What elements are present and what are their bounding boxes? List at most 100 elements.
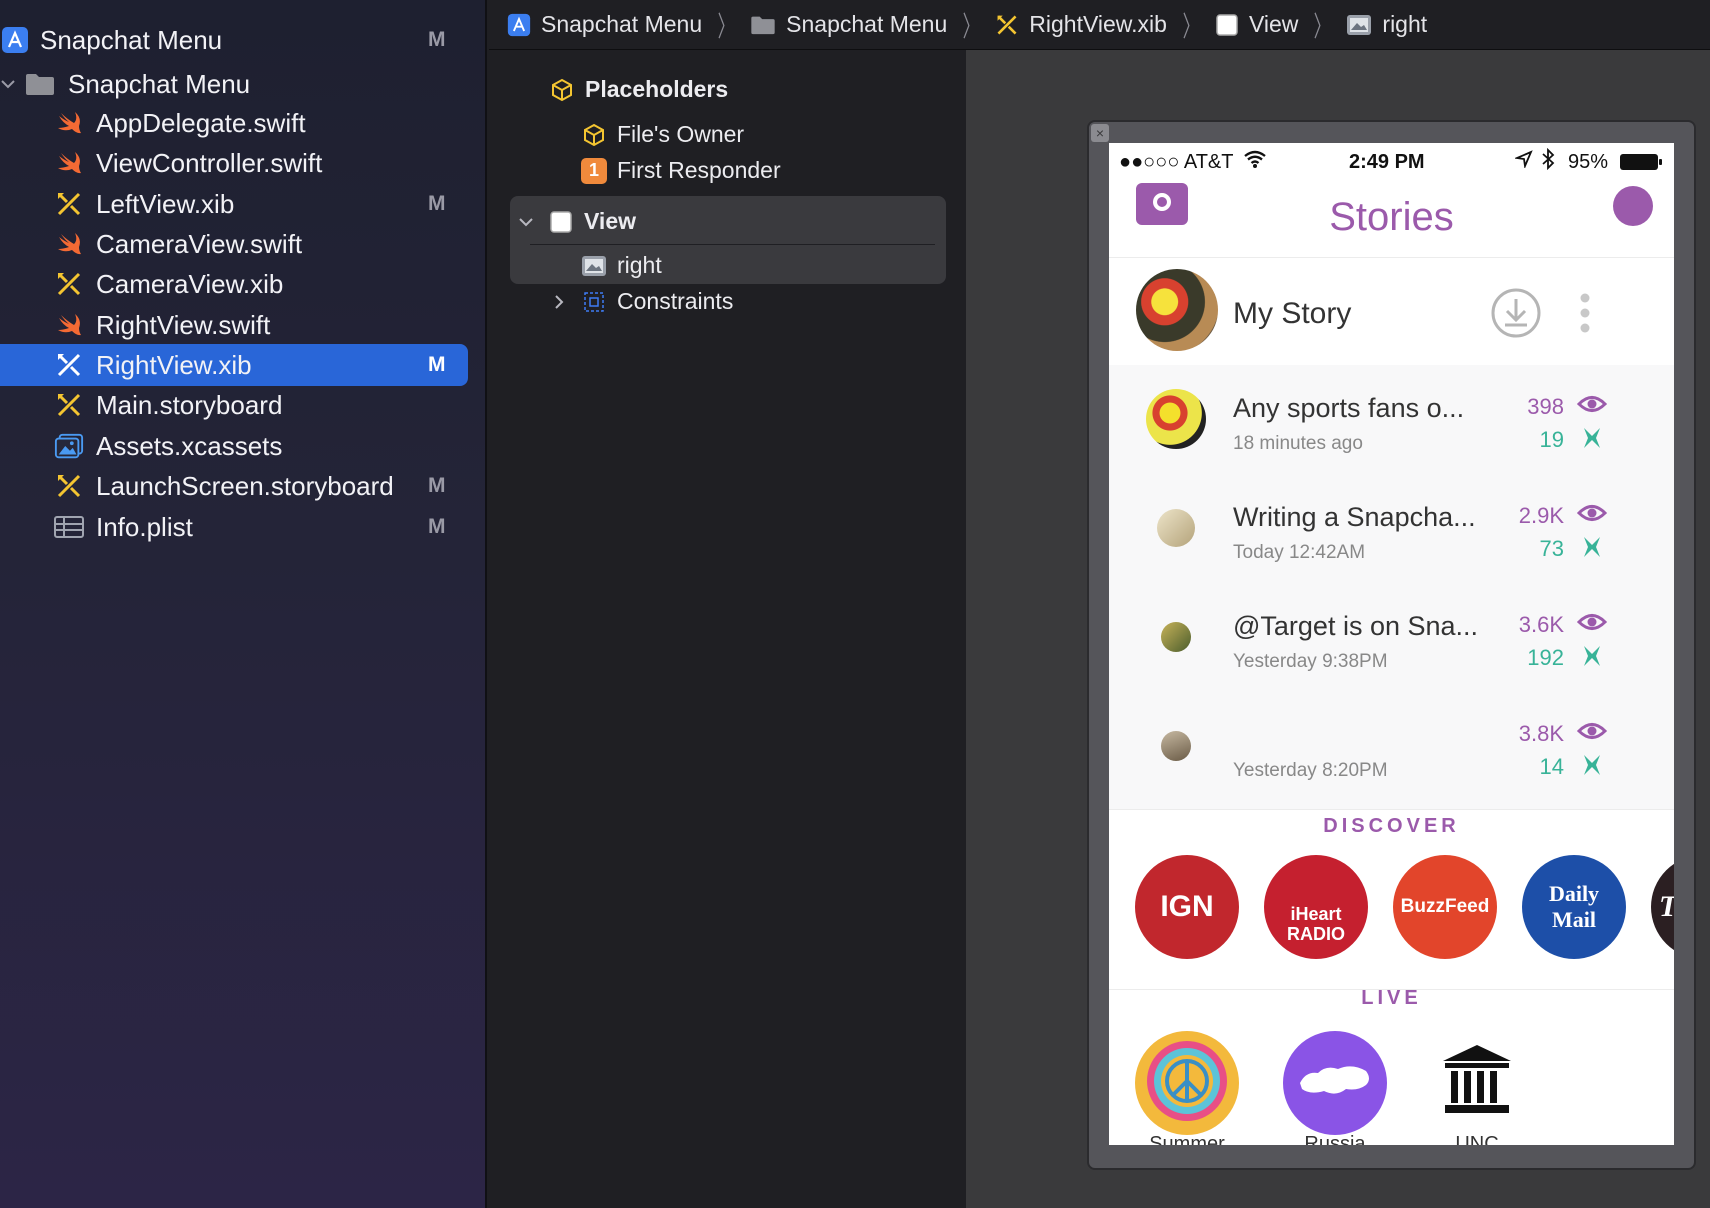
assets-icon xyxy=(54,431,84,461)
chevron-right-icon: 〉 xyxy=(1313,10,1331,42)
bluetooth-icon xyxy=(1541,147,1555,176)
crumb-project[interactable]: Snapchat Menu xyxy=(507,11,702,38)
unc-building-icon[interactable] xyxy=(1439,1043,1515,1120)
discover-ign[interactable]: IGN xyxy=(1135,855,1239,959)
chevron-right-icon[interactable] xyxy=(551,289,567,315)
discover-daily-mail[interactable]: Daily Mail xyxy=(1522,855,1626,959)
discover-iheart-label: iHeart RADIO xyxy=(1287,904,1345,944)
nav-group-row[interactable]: Snapchat Menu xyxy=(0,63,468,105)
nav-file-label: AppDelegate.swift xyxy=(96,107,306,138)
outline-placeholders[interactable]: Placeholders xyxy=(549,76,728,103)
nav-file-label: CameraView.swift xyxy=(96,228,303,259)
nav-file-label: CameraView.xib xyxy=(96,268,284,299)
outline-view-label: View xyxy=(584,208,636,234)
story-thumbnail[interactable] xyxy=(1157,509,1195,547)
story-screenshots: 73 xyxy=(1539,536,1564,561)
constraints-icon xyxy=(581,289,607,315)
nav-file-row[interactable]: AppDelegate.swift xyxy=(0,102,468,144)
close-icon[interactable]: × xyxy=(1091,124,1109,142)
story-screenshots: 14 xyxy=(1539,754,1564,779)
chevron-right-icon: 〉 xyxy=(717,10,735,42)
outline-right-image[interactable]: right xyxy=(581,252,662,279)
nav-file-row[interactable]: Info.plist M xyxy=(0,506,468,548)
discover-buzzfeed-label: BuzzFeed xyxy=(1400,896,1490,917)
nav-file-label: ViewController.swift xyxy=(96,147,323,178)
download-icon[interactable] xyxy=(1490,287,1542,344)
story-views: 2.9K xyxy=(1518,503,1564,528)
nav-file-row[interactable]: RightView.xib M xyxy=(0,344,468,386)
outline-first-responder[interactable]: 1 First Responder xyxy=(581,157,781,184)
live-summer-label: Summer xyxy=(1149,1133,1225,1145)
location-icon xyxy=(1513,150,1533,174)
chevron-right-icon: 〉 xyxy=(1182,10,1200,42)
more-options-icon[interactable] xyxy=(1579,293,1591,338)
nav-file-label: Info.plist xyxy=(96,511,193,542)
nav-file-row[interactable]: Main.storyboard xyxy=(0,384,468,426)
chevron-down-icon[interactable] xyxy=(516,209,536,235)
nav-file-row[interactable]: CameraView.swift xyxy=(0,223,468,265)
nav-group-label: Snapchat Menu xyxy=(68,68,251,99)
live-unc-label: UNC xyxy=(1455,1133,1499,1145)
live-header: LIVE xyxy=(1361,987,1422,1009)
discover-partial[interactable]: T xyxy=(1651,855,1674,959)
eye-icon xyxy=(1576,611,1608,638)
outline-view[interactable]: View xyxy=(516,208,636,235)
nav-file-row[interactable]: LeftView.xib M xyxy=(0,183,468,225)
story-title: @Target is on Sna... xyxy=(1233,611,1479,641)
story-title: Writing a Snapcha... xyxy=(1233,502,1476,532)
project-navigator: Snapchat Menu M Snapchat Menu AppDelegat… xyxy=(0,0,487,1208)
live-russia-label: Russia xyxy=(1304,1133,1366,1145)
nav-file-row[interactable]: LaunchScreen.storyboard M xyxy=(0,465,468,507)
my-story-thumbnail[interactable] xyxy=(1136,269,1218,351)
nav-file-label: LaunchScreen.storyboard xyxy=(96,470,394,501)
nav-file-row[interactable]: Assets.xcassets xyxy=(0,425,468,467)
nav-project-row[interactable]: Snapchat Menu M xyxy=(0,19,468,61)
outline-placeholders-label: Placeholders xyxy=(585,76,729,102)
carrier-label: ●●○○○ AT&T xyxy=(1119,151,1234,173)
crumb-group[interactable]: Snapchat Menu xyxy=(750,11,947,38)
crumb-file[interactable]: RightView.xib xyxy=(995,11,1167,38)
cube-icon xyxy=(581,122,607,148)
nav-file-row[interactable]: ViewController.swift xyxy=(0,142,468,184)
image-view-icon xyxy=(581,253,607,279)
stories-title: Stories xyxy=(1329,195,1454,239)
jump-bar: Snapchat Menu 〉 Snapchat Menu 〉 RightVie… xyxy=(489,0,1710,50)
outline-constraints[interactable]: Constraints xyxy=(551,288,733,315)
divider xyxy=(530,244,935,245)
discover-partial-label: T xyxy=(1659,890,1674,924)
discover-button[interactable] xyxy=(1613,186,1653,226)
my-story-label: My Story xyxy=(1233,297,1352,330)
live-russia[interactable] xyxy=(1283,1031,1387,1135)
story-thumbnail[interactable] xyxy=(1161,622,1191,652)
chevron-right-icon: 〉 xyxy=(962,10,980,42)
swift-icon xyxy=(54,108,84,138)
story-views: 3.6K xyxy=(1518,612,1564,637)
discover-iheart[interactable]: iHeart RADIO xyxy=(1264,855,1368,959)
wifi-icon xyxy=(1243,149,1267,175)
nav-file-row[interactable]: RightView.swift xyxy=(0,304,468,346)
story-time: 18 minutes ago xyxy=(1233,433,1363,454)
outline-files-owner[interactable]: File's Owner xyxy=(581,121,744,148)
screenshot-icon xyxy=(1581,644,1603,673)
nav-file-label: LeftView.xib xyxy=(96,188,235,219)
crumb-view-label: View xyxy=(1248,11,1299,37)
nav-file-label: Assets.xcassets xyxy=(96,430,283,461)
crumb-image[interactable]: right xyxy=(1346,11,1427,38)
xcode-project-icon xyxy=(507,13,531,36)
story-thumbnail[interactable] xyxy=(1161,731,1191,761)
phone-preview[interactable]: ●●○○○ AT&T 2:49 PM 95% Stories My Story xyxy=(1109,143,1674,1145)
xib-icon xyxy=(54,390,84,420)
crumb-view[interactable]: View xyxy=(1215,11,1298,38)
discover-daily-mail-label: Daily Mail xyxy=(1548,881,1600,932)
view-icon xyxy=(548,209,574,235)
live-summer[interactable] xyxy=(1135,1031,1239,1135)
chevron-down-icon[interactable] xyxy=(0,69,16,99)
crumb-group-label: Snapchat Menu xyxy=(786,11,948,37)
cube-icon xyxy=(549,77,575,103)
nav-file-label: RightView.xib xyxy=(96,349,252,380)
discover-header: DISCOVER xyxy=(1323,815,1460,837)
discover-buzzfeed[interactable]: BuzzFeed xyxy=(1393,855,1497,959)
story-thumbnail[interactable] xyxy=(1146,389,1206,449)
nav-file-row[interactable]: CameraView.xib xyxy=(0,263,468,305)
story-time: Today 12:42AM xyxy=(1233,542,1366,563)
